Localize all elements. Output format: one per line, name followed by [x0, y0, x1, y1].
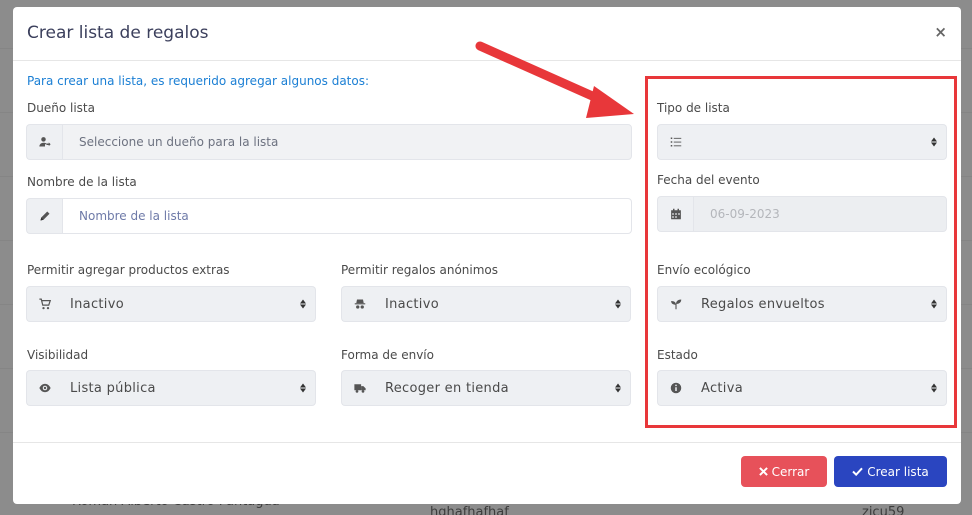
list-name-input[interactable]: Nombre de la lista: [62, 198, 632, 234]
create-list-button-label: Crear lista: [867, 464, 929, 479]
select-caret-icon: [300, 299, 306, 309]
visibility-value: Lista pública: [70, 380, 156, 396]
owner-label: Dueño lista: [27, 101, 95, 115]
check-icon: [852, 467, 863, 476]
extra-products-value: Inactivo: [70, 296, 124, 312]
shipping-select[interactable]: Recoger en tienda: [377, 370, 631, 406]
bg-cell-user: zicu59: [862, 505, 905, 515]
select-caret-icon: [300, 383, 306, 393]
create-list-button[interactable]: Crear lista: [834, 456, 947, 487]
shipping-value: Recoger en tienda: [385, 380, 509, 396]
select-caret-icon: [615, 299, 621, 309]
modal-footer: Cerrar Crear lista: [13, 442, 961, 504]
anonymous-gifts-label: Permitir regalos anónimos: [341, 263, 499, 277]
owner-select-input[interactable]: Seleccione un dueño para la lista: [62, 124, 632, 160]
close-icon[interactable]: ×: [934, 23, 947, 41]
extra-products-select[interactable]: Inactivo: [62, 286, 316, 322]
anonymous-gifts-select[interactable]: Inactivo: [377, 286, 631, 322]
shipping-field[interactable]: Recoger en tienda: [341, 370, 631, 406]
select-caret-icon: [615, 383, 621, 393]
extra-products-field[interactable]: Inactivo: [26, 286, 316, 322]
intro-text: Para crear una lista, es requerido agreg…: [27, 74, 370, 88]
visibility-field[interactable]: Lista pública: [26, 370, 316, 406]
visibility-label: Visibilidad: [27, 348, 89, 362]
user-arrow-icon: [26, 124, 62, 160]
cart-icon: [26, 286, 62, 322]
modal-header: Crear lista de regalos ×: [13, 7, 961, 61]
visibility-select[interactable]: Lista pública: [62, 370, 316, 406]
eye-icon: [26, 370, 62, 406]
bg-cell-value: hghafhafhaf: [430, 505, 509, 515]
shipping-label: Forma de envío: [341, 348, 434, 362]
close-button-label: Cerrar: [771, 464, 810, 479]
owner-field[interactable]: Seleccione un dueño para la lista: [26, 124, 632, 160]
anonymous-gifts-value: Inactivo: [385, 296, 439, 312]
incognito-icon: [341, 286, 377, 322]
pencil-icon: [26, 198, 62, 234]
list-name-label: Nombre de la lista: [27, 175, 137, 189]
annotation-highlight-box: [645, 76, 957, 428]
modal-title: Crear lista de regalos: [27, 23, 209, 43]
list-name-field[interactable]: Nombre de la lista: [26, 198, 632, 234]
close-button[interactable]: Cerrar: [741, 456, 827, 487]
x-icon: [758, 467, 768, 476]
extra-products-label: Permitir agregar productos extras: [27, 263, 230, 277]
anonymous-gifts-field[interactable]: Inactivo: [341, 286, 631, 322]
truck-icon: [341, 370, 377, 406]
